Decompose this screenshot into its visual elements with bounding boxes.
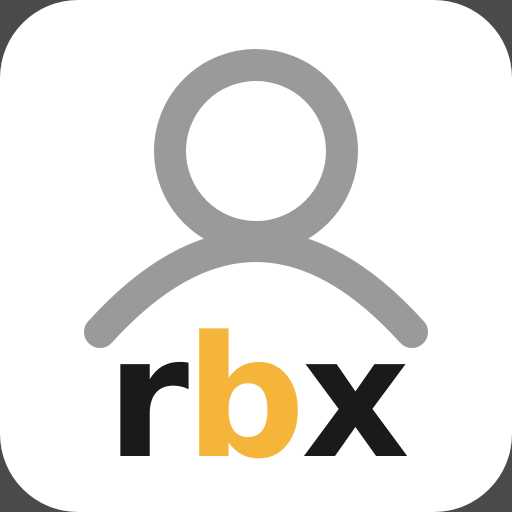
- logo-letter-b: b: [185, 300, 305, 496]
- user-icon-head: [154, 49, 358, 253]
- logo-letter-r: r: [106, 300, 189, 496]
- rbx-logo-wordmark: rbx: [0, 300, 512, 496]
- logo-letter-x: x: [301, 300, 409, 496]
- app-icon[interactable]: rbx: [0, 0, 512, 512]
